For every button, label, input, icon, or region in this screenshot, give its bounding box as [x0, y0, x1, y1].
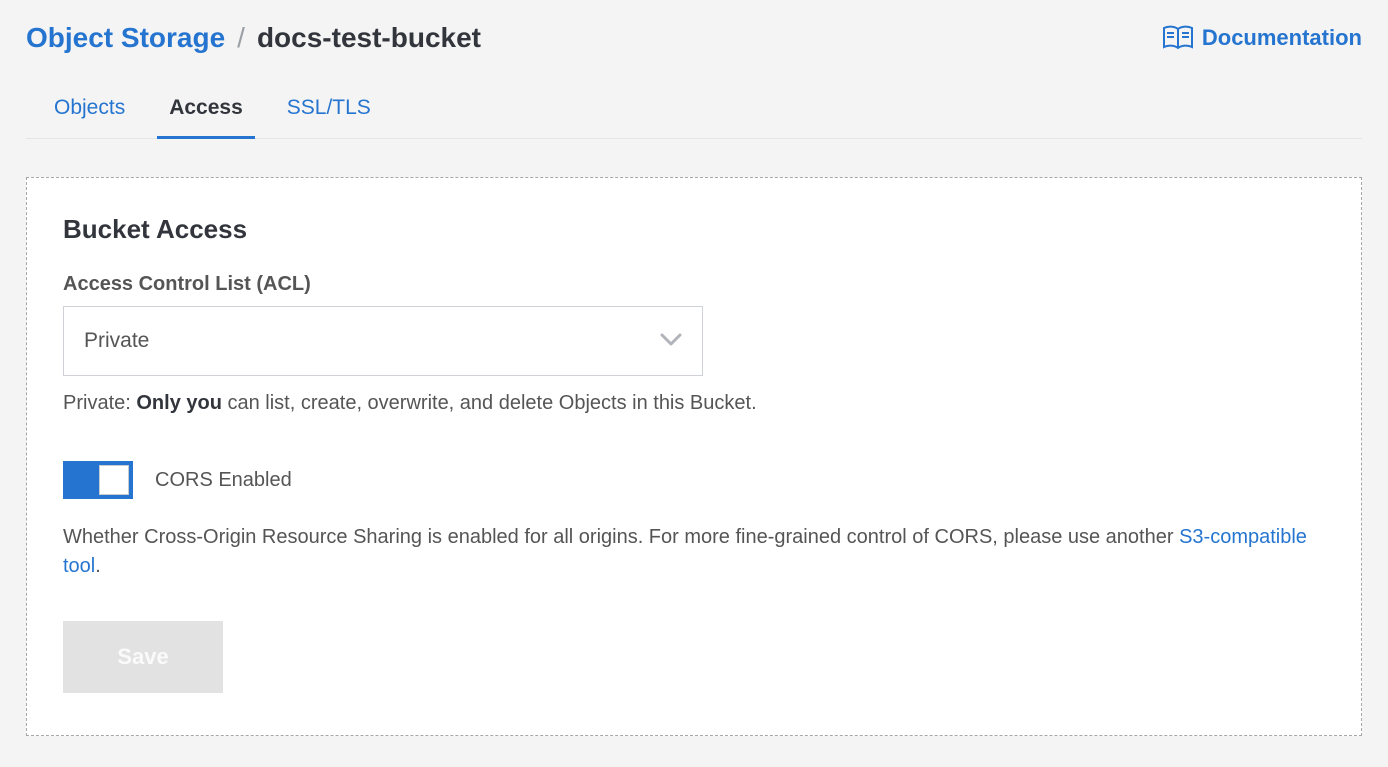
cors-desc-part1: Whether Cross-Origin Resource Sharing is…: [63, 526, 1179, 548]
tab-objects[interactable]: Objects: [54, 84, 125, 138]
acl-helper-text: Private: Only you can list, create, over…: [63, 392, 1325, 415]
book-icon: [1162, 25, 1194, 51]
acl-label: Access Control List (ACL): [63, 273, 1325, 296]
tab-ssl-tls[interactable]: SSL/TLS: [287, 84, 371, 138]
cors-desc-part2: .: [95, 555, 101, 577]
panel-title: Bucket Access: [63, 214, 1325, 245]
documentation-link[interactable]: Documentation: [1162, 25, 1362, 51]
acl-select[interactable]: Private: [63, 306, 703, 376]
tab-access[interactable]: Access: [169, 84, 243, 138]
save-button[interactable]: Save: [63, 621, 223, 693]
acl-helper-rest: can list, create, overwrite, and delete …: [222, 392, 757, 414]
chevron-down-icon: [660, 329, 682, 353]
acl-helper-strong: Only you: [136, 392, 222, 414]
tab-bar: Objects Access SSL/TLS: [26, 84, 1362, 139]
acl-selected-value: Private: [84, 329, 149, 353]
toggle-knob: [99, 465, 129, 495]
cors-description: Whether Cross-Origin Resource Sharing is…: [63, 523, 1323, 581]
breadcrumb: Object Storage / docs-test-bucket: [26, 22, 481, 54]
breadcrumb-current: docs-test-bucket: [257, 22, 481, 54]
breadcrumb-separator: /: [237, 22, 245, 54]
acl-helper-prefix: Private:: [63, 392, 136, 414]
cors-toggle-label: CORS Enabled: [155, 469, 292, 492]
bucket-access-panel: Bucket Access Access Control List (ACL) …: [26, 177, 1362, 736]
documentation-link-label: Documentation: [1202, 25, 1362, 51]
breadcrumb-root-link[interactable]: Object Storage: [26, 22, 225, 54]
cors-toggle[interactable]: [63, 461, 133, 499]
